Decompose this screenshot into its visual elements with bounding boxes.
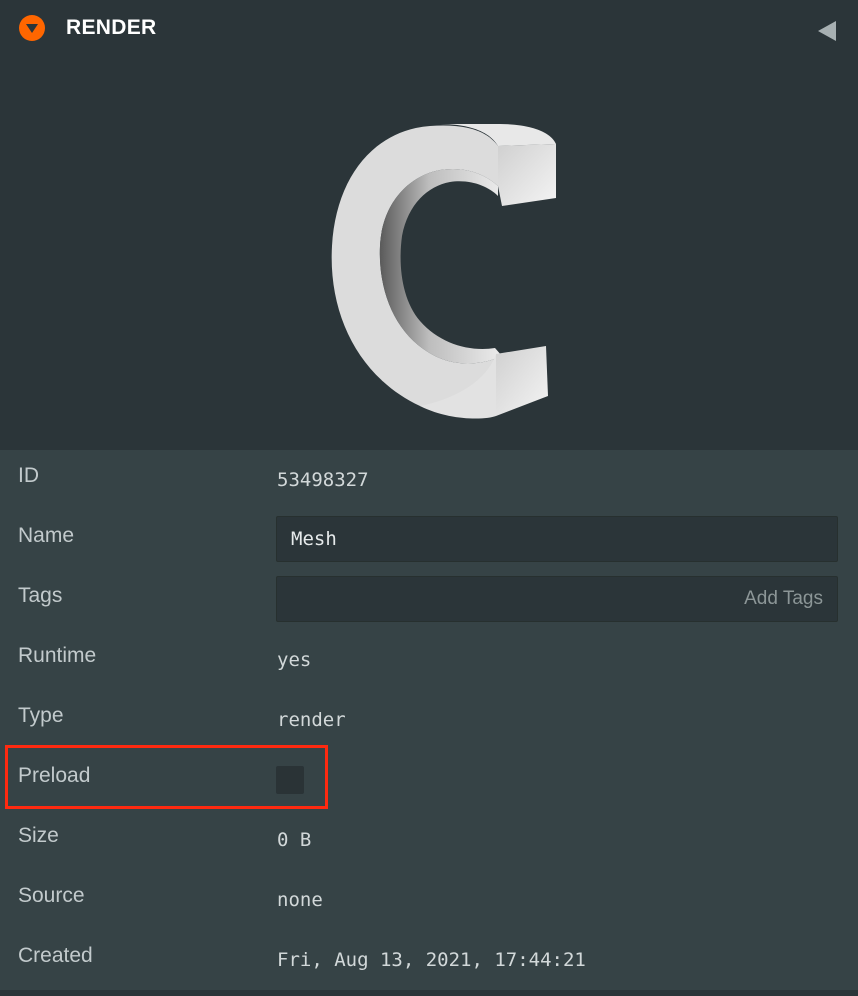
collapse-button[interactable] [19,15,45,41]
source-label: Source [18,884,85,907]
asset-preview [0,58,858,450]
row-size: Size 0 B [0,810,858,870]
row-created: Created Fri, Aug 13, 2021, 17:44:21 [0,930,858,990]
row-source: Source none [0,870,858,930]
row-runtime: Runtime yes [0,630,858,690]
preload-checkbox[interactable] [276,766,304,794]
tags-field-box [276,576,838,622]
name-label: Name [18,524,75,547]
source-value: none [277,889,323,911]
properties-panel: ID 53498327 Name Tags Runtime yes Type r… [0,450,858,996]
row-id: ID 53498327 [0,450,858,510]
row-name: Name [0,510,858,570]
runtime-value: yes [277,649,312,671]
size-label: Size [18,824,59,847]
id-value: 53498327 [277,469,369,491]
runtime-label: Runtime [18,644,97,667]
row-preload: Preload [0,750,858,810]
panel-header: RENDER [0,0,858,58]
type-value: render [277,709,346,731]
letter-c-3d-mesh [331,124,556,419]
preload-label: Preload [18,764,91,787]
row-tags: Tags [0,570,858,630]
created-value: Fri, Aug 13, 2021, 17:44:21 [277,949,586,971]
name-field-box [276,516,838,562]
tags-label: Tags [18,584,63,607]
id-label: ID [18,464,39,487]
row-type: Type render [0,690,858,750]
size-value: 0 B [277,829,312,851]
type-label: Type [18,704,64,727]
chevron-down-icon [26,24,38,33]
triangle-left-icon[interactable] [818,21,836,46]
name-field[interactable] [277,517,837,561]
created-label: Created [18,944,93,967]
panel-title: RENDER [66,16,157,39]
tags-input[interactable] [277,577,837,621]
bottom-divider [0,990,858,996]
